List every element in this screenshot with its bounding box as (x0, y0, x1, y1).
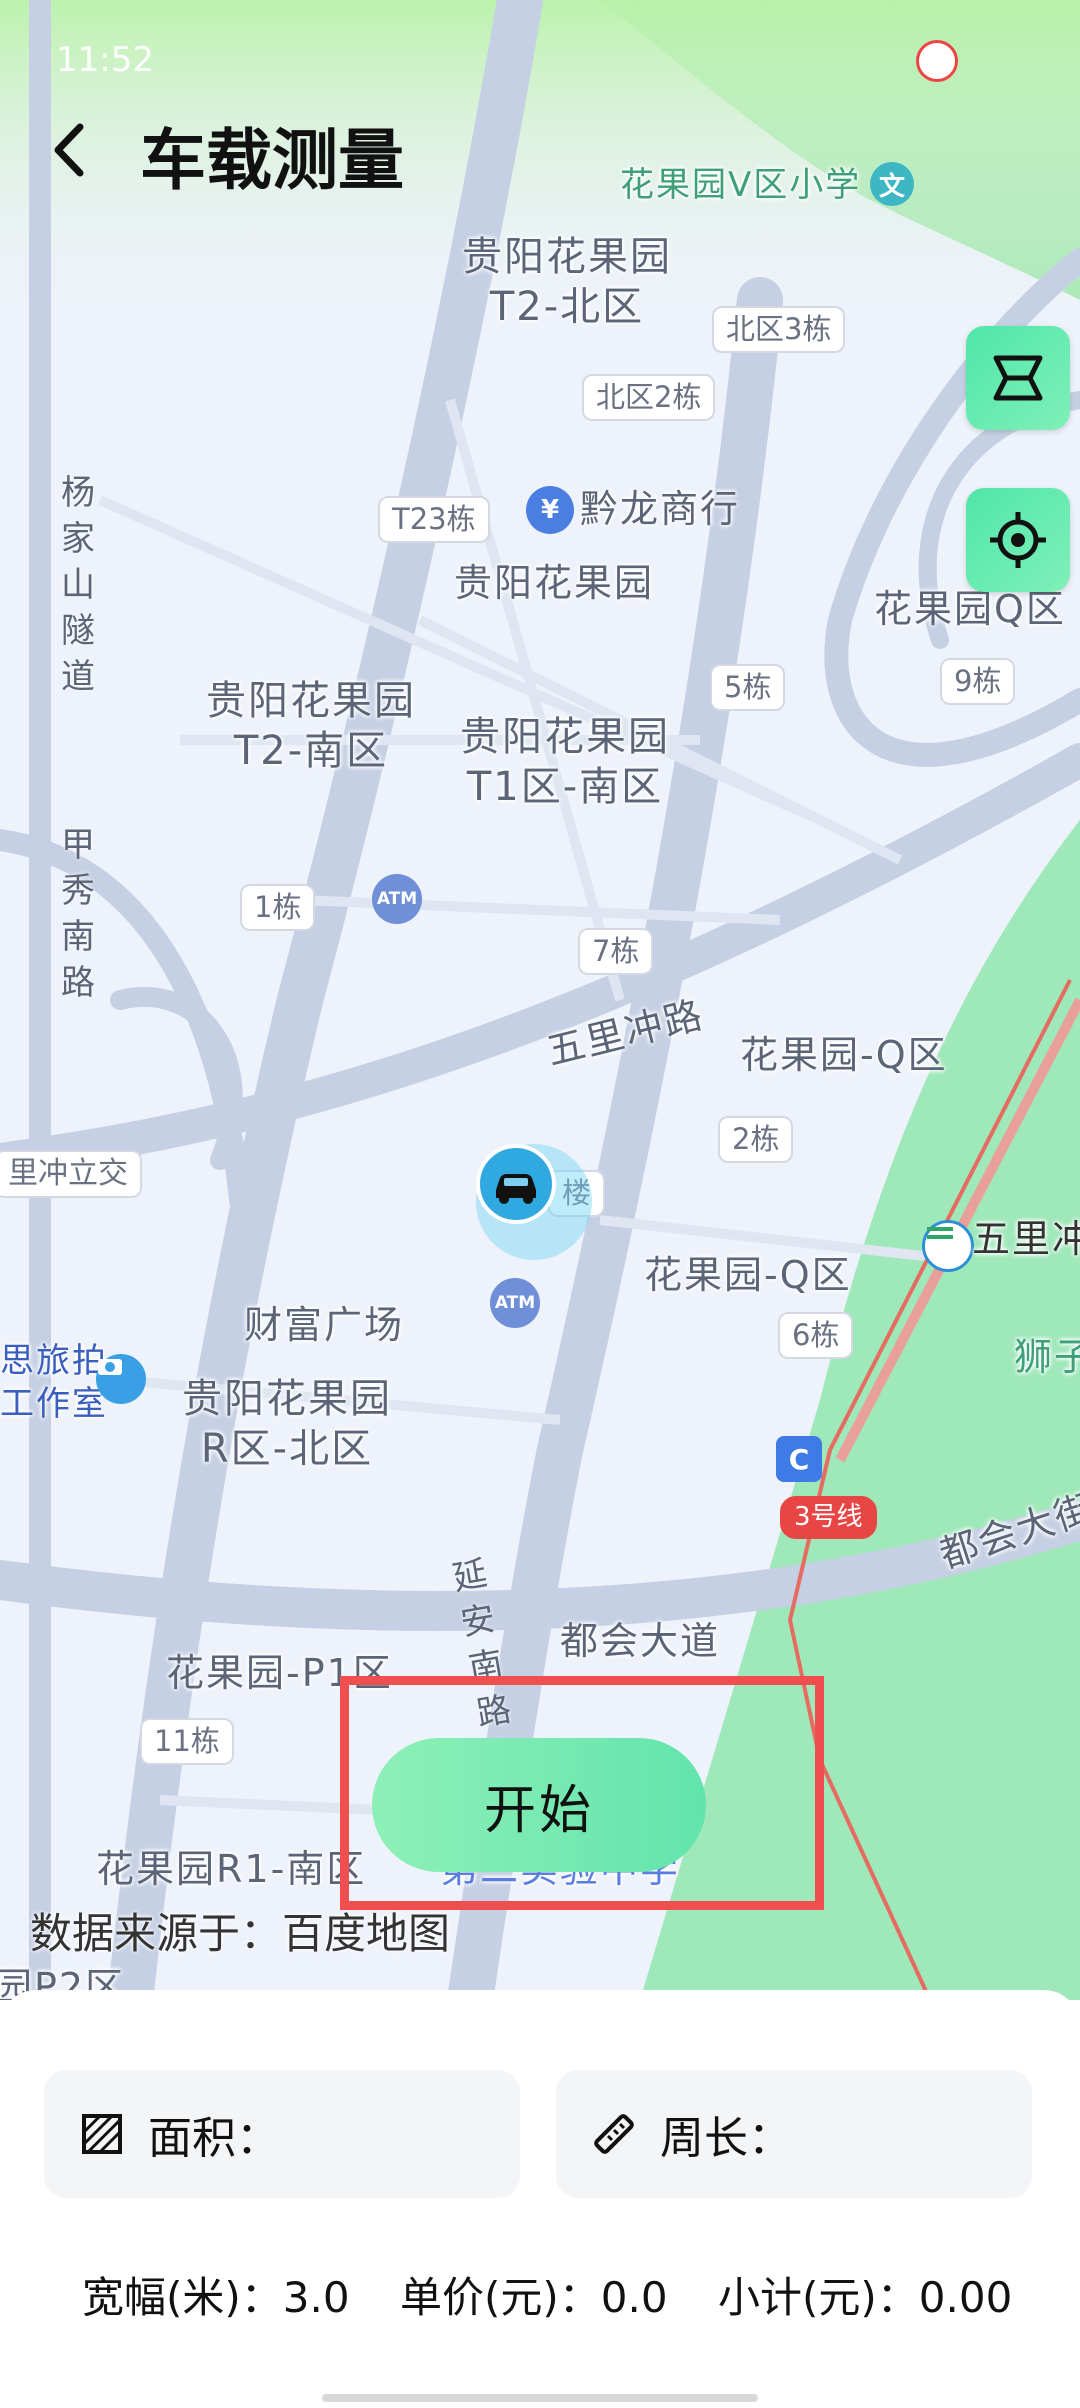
layers-switch-icon (993, 355, 1043, 401)
map-label: 狮子 (1014, 1335, 1080, 1379)
map-label: 思旅拍 工作室 (0, 1341, 108, 1424)
map-label: 贵阳花果园 (454, 561, 655, 605)
metro-entrance-icon: C (776, 1436, 822, 1482)
back-button[interactable] (40, 115, 110, 185)
station-label: 五里冲 (972, 1217, 1080, 1261)
map-building-label: 11栋 (140, 1718, 234, 1765)
map-label: 贵阳花果园 T1区-南区 (460, 714, 670, 810)
road-label: 甲秀南路 (61, 825, 95, 1003)
width-value: 3.0 (282, 2273, 350, 2322)
vehicle-location-marker (476, 1144, 592, 1260)
map-label: 花果园R1-南区 (96, 1847, 367, 1891)
camera-icon (96, 1354, 146, 1404)
map-label: 贵阳花果园 R区-北区 (182, 1376, 392, 1472)
metro-line-label: 3号线 (780, 1496, 877, 1540)
ruler-icon (594, 2114, 634, 2154)
page-title: 车载测量 (140, 122, 404, 199)
map-building-label: 里冲立交 (0, 1150, 142, 1198)
area-card: 面积： (44, 2070, 520, 2198)
road-label: 都会大道 (560, 1619, 721, 1663)
width-stat: 宽幅(米)：3.0 (82, 2264, 350, 2325)
price-label: 单价(元)： (400, 2273, 601, 2322)
map-building-label: 北区2栋 (582, 374, 716, 421)
atm-icon: ATM (490, 1278, 540, 1328)
map-building-label: 9栋 (940, 658, 1016, 705)
car-icon (476, 1144, 556, 1224)
app-header: 车载测量 (0, 95, 1080, 205)
map-label: 花果园-Q区 (740, 1033, 948, 1077)
map-data-source: 数据来源于：百度地图 (30, 1909, 451, 1958)
home-indicator[interactable] (322, 2394, 758, 2402)
area-hatch-icon (82, 2114, 122, 2154)
metro-station-icon (922, 1220, 974, 1272)
measurement-panel: 面积： 周长： 宽幅(米)：3.0 单价(元)：0.0 小计(元)：0.00 (0, 1990, 1080, 2408)
chevron-left-icon (54, 123, 84, 177)
layers-switch-button[interactable] (966, 326, 1070, 430)
map-label: 贵阳花果园 T2-南区 (206, 678, 416, 774)
map-building-label: 5栋 (710, 664, 786, 711)
map-label: 花果园-Q区 (644, 1253, 852, 1297)
map-building-label: 2栋 (718, 1116, 794, 1163)
map-label: 花果园Q区 (874, 587, 1066, 631)
map-building-label: T23栋 (378, 496, 490, 543)
map-building-label: 7栋 (578, 928, 654, 975)
bank-icon: ¥ (526, 486, 574, 534)
perimeter-label: 周长： (660, 2113, 792, 2164)
subtotal-label: 小计(元)： (718, 2273, 919, 2322)
status-time: 11:52 (56, 40, 154, 80)
road-label: 杨家山隧道 (61, 473, 95, 697)
map-building-label: 1栋 (240, 884, 316, 931)
locate-button[interactable] (966, 488, 1070, 592)
subtotal-value: 0.00 (918, 2273, 1013, 2322)
subtotal-stat: 小计(元)：0.00 (718, 2264, 1012, 2325)
price-stat: 单价(元)：0.0 (400, 2264, 668, 2325)
map-label: 贵阳花果园 T2-北区 (462, 234, 672, 330)
map-view[interactable]: 花果园V区小学 文 贵阳花果园 T2-北区 北区3栋 北区2栋 T23栋 ¥ 黔龙… (0, 0, 1080, 2000)
price-value: 0.0 (600, 2273, 668, 2322)
map-label: 黔龙商行 (580, 487, 741, 531)
width-label: 宽幅(米)： (82, 2273, 283, 2322)
map-label: 花果园-P1区 (166, 1651, 393, 1695)
map-building-label: 6栋 (778, 1312, 854, 1359)
map-label: 财富广场 (244, 1303, 405, 1347)
perimeter-card: 周长： (556, 2070, 1032, 2198)
start-button[interactable]: 开始 (372, 1738, 706, 1872)
area-label: 面积： (148, 2113, 280, 2164)
map-building-label: 北区3栋 (712, 306, 846, 353)
atm-icon: ATM (372, 874, 422, 924)
locate-crosshair-icon (990, 512, 1046, 568)
map-pin-icon (916, 40, 958, 82)
